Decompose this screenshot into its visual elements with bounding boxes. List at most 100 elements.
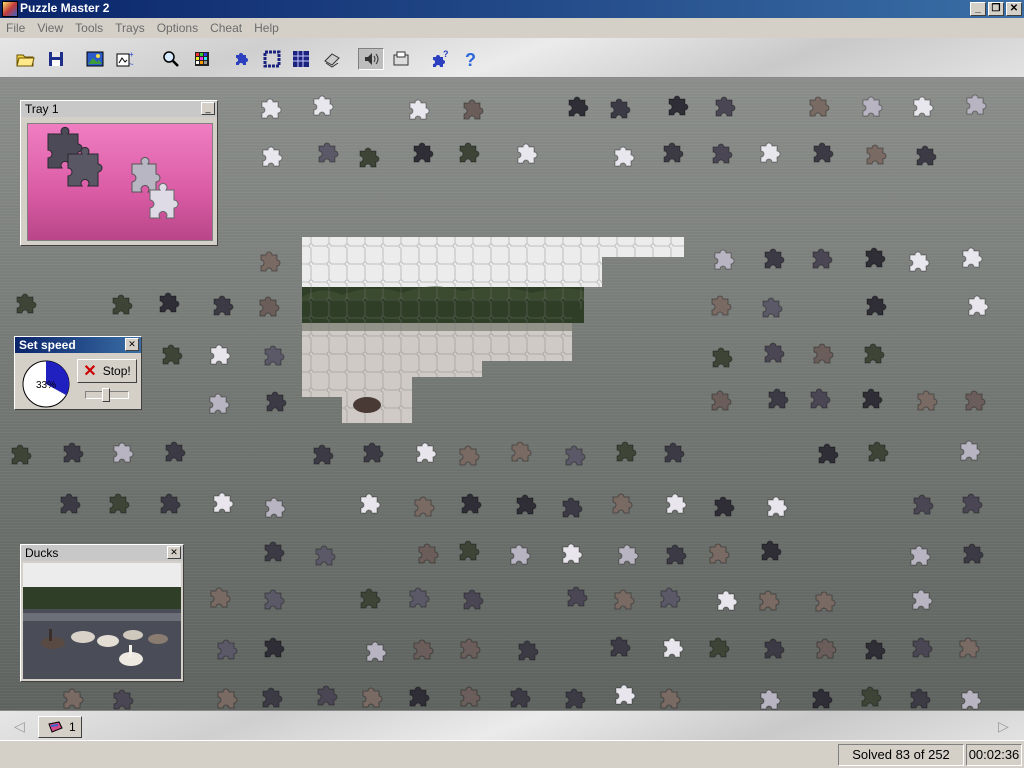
puzzle-piece[interactable] [456, 491, 484, 519]
puzzle-piece[interactable] [408, 140, 436, 168]
puzzle-piece[interactable] [706, 388, 734, 416]
puzzle-piece[interactable] [655, 585, 683, 613]
puzzle-piece[interactable] [312, 683, 340, 710]
puzzle-piece[interactable] [358, 440, 386, 468]
puzzle-piece[interactable] [755, 687, 783, 710]
puzzle-piece[interactable] [107, 292, 135, 320]
puzzle-piece[interactable] [458, 587, 486, 615]
puzzle-piece[interactable] [955, 438, 983, 466]
puzzle-piece[interactable] [58, 440, 86, 468]
puzzle-piece[interactable] [261, 389, 289, 417]
puzzle-piece[interactable] [658, 635, 686, 663]
puzzle-piece[interactable] [704, 541, 732, 569]
puzzle-piece[interactable] [954, 635, 982, 663]
puzzle-piece[interactable] [357, 685, 385, 710]
puzzle-piece[interactable] [908, 492, 936, 520]
puzzle-piece[interactable] [607, 491, 635, 519]
puzzle-piece[interactable] [759, 246, 787, 274]
puzzle-piece[interactable] [712, 588, 740, 616]
puzzle-piece[interactable] [958, 541, 986, 569]
puzzle-piece[interactable] [560, 443, 588, 471]
tray-scroll-left[interactable]: ◁ [14, 718, 25, 735]
puzzle-piece[interactable] [255, 249, 283, 277]
sort-pieces-button[interactable]: + ~ [114, 48, 136, 70]
puzzle-piece[interactable] [155, 491, 183, 519]
puzzle-piece[interactable] [259, 635, 287, 663]
puzzle-piece[interactable] [810, 589, 838, 617]
puzzle-piece[interactable] [905, 543, 933, 571]
tray-scroll-right[interactable]: ▷ [998, 718, 1009, 735]
puzzle-piece[interactable] [458, 97, 486, 125]
puzzle-piece[interactable] [354, 145, 382, 173]
puzzle-piece[interactable] [813, 441, 841, 469]
puzzle-piece[interactable] [108, 687, 136, 710]
puzzle-piece[interactable] [904, 249, 932, 277]
puzzle-piece[interactable] [259, 539, 287, 567]
puzzle-piece[interactable] [807, 246, 835, 274]
menu-file[interactable]: File [2, 19, 31, 37]
puzzle-piece[interactable] [313, 140, 341, 168]
puzzle-piece[interactable] [205, 585, 233, 613]
stop-button[interactable]: ✕ Stop! [77, 359, 137, 383]
puzzle-piece[interactable] [857, 94, 885, 122]
puzzle-piece[interactable] [709, 247, 737, 275]
border-pieces-button[interactable] [261, 48, 283, 70]
preview-close-button[interactable]: ✕ [167, 546, 181, 559]
help-button[interactable]: ? [459, 48, 481, 70]
puzzle-piece[interactable] [960, 388, 988, 416]
puzzle-piece[interactable] [808, 341, 836, 369]
menu-cheat[interactable]: Cheat [204, 19, 248, 37]
puzzle-piece[interactable] [659, 440, 687, 468]
puzzle-piece[interactable] [907, 635, 935, 663]
puzzle-piece[interactable] [256, 96, 284, 124]
puzzle-piece[interactable] [259, 343, 287, 371]
puzzle-piece[interactable] [961, 92, 989, 120]
puzzle-piece[interactable] [710, 94, 738, 122]
puzzle-piece[interactable] [861, 293, 889, 321]
puzzle-piece[interactable] [763, 386, 791, 414]
menu-trays[interactable]: Trays [109, 19, 151, 37]
puzzle-piece[interactable] [409, 494, 437, 522]
tray-window[interactable]: Tray 1 _ [20, 100, 218, 246]
puzzle-piece[interactable] [805, 386, 833, 414]
puzzle-piece[interactable] [907, 587, 935, 615]
puzzle-piece[interactable] [754, 588, 782, 616]
open-button[interactable] [14, 48, 36, 70]
puzzle-piece[interactable] [957, 245, 985, 273]
puzzle-piece[interactable] [611, 439, 639, 467]
puzzle-piece[interactable] [404, 585, 432, 613]
puzzle-piece[interactable] [863, 439, 891, 467]
puzzle-piece[interactable] [759, 636, 787, 664]
hint-piece-button[interactable]: ? [429, 48, 451, 70]
puzzle-piece[interactable] [707, 141, 735, 169]
puzzle-piece[interactable] [455, 636, 483, 664]
puzzle-piece[interactable] [11, 291, 39, 319]
puzzle-piece[interactable] [663, 93, 691, 121]
puzzle-piece[interactable] [160, 439, 188, 467]
puzzle-piece[interactable] [157, 342, 185, 370]
puzzle-piece[interactable] [755, 140, 783, 168]
preview-window[interactable]: Ducks ✕ [20, 544, 184, 682]
puzzle-piece[interactable] [860, 637, 888, 665]
puzzle-piece[interactable] [257, 685, 285, 710]
tray-piece[interactable] [131, 156, 161, 193]
puzzle-piece[interactable] [154, 290, 182, 318]
puzzle-piece[interactable] [609, 587, 637, 615]
puzzle-piece[interactable] [807, 686, 835, 710]
puzzle-piece[interactable] [454, 538, 482, 566]
tray-tab-1[interactable]: 1 [38, 716, 82, 738]
puzzle-piece[interactable] [413, 541, 441, 569]
speed-slider-thumb[interactable] [102, 388, 110, 402]
puzzle-piece[interactable] [208, 490, 236, 518]
minimize-button[interactable]: _ [970, 2, 986, 16]
picture-button[interactable] [84, 48, 106, 70]
puzzle-piece[interactable] [557, 541, 585, 569]
puzzle-piece[interactable] [860, 245, 888, 273]
menu-options[interactable]: Options [151, 19, 204, 37]
puzzle-piece[interactable] [908, 94, 936, 122]
puzzle-piece[interactable] [560, 686, 588, 710]
puzzle-piece[interactable] [912, 388, 940, 416]
puzzle-piece[interactable] [260, 495, 288, 523]
puzzle-piece[interactable] [605, 634, 633, 662]
menu-help[interactable]: Help [248, 19, 285, 37]
